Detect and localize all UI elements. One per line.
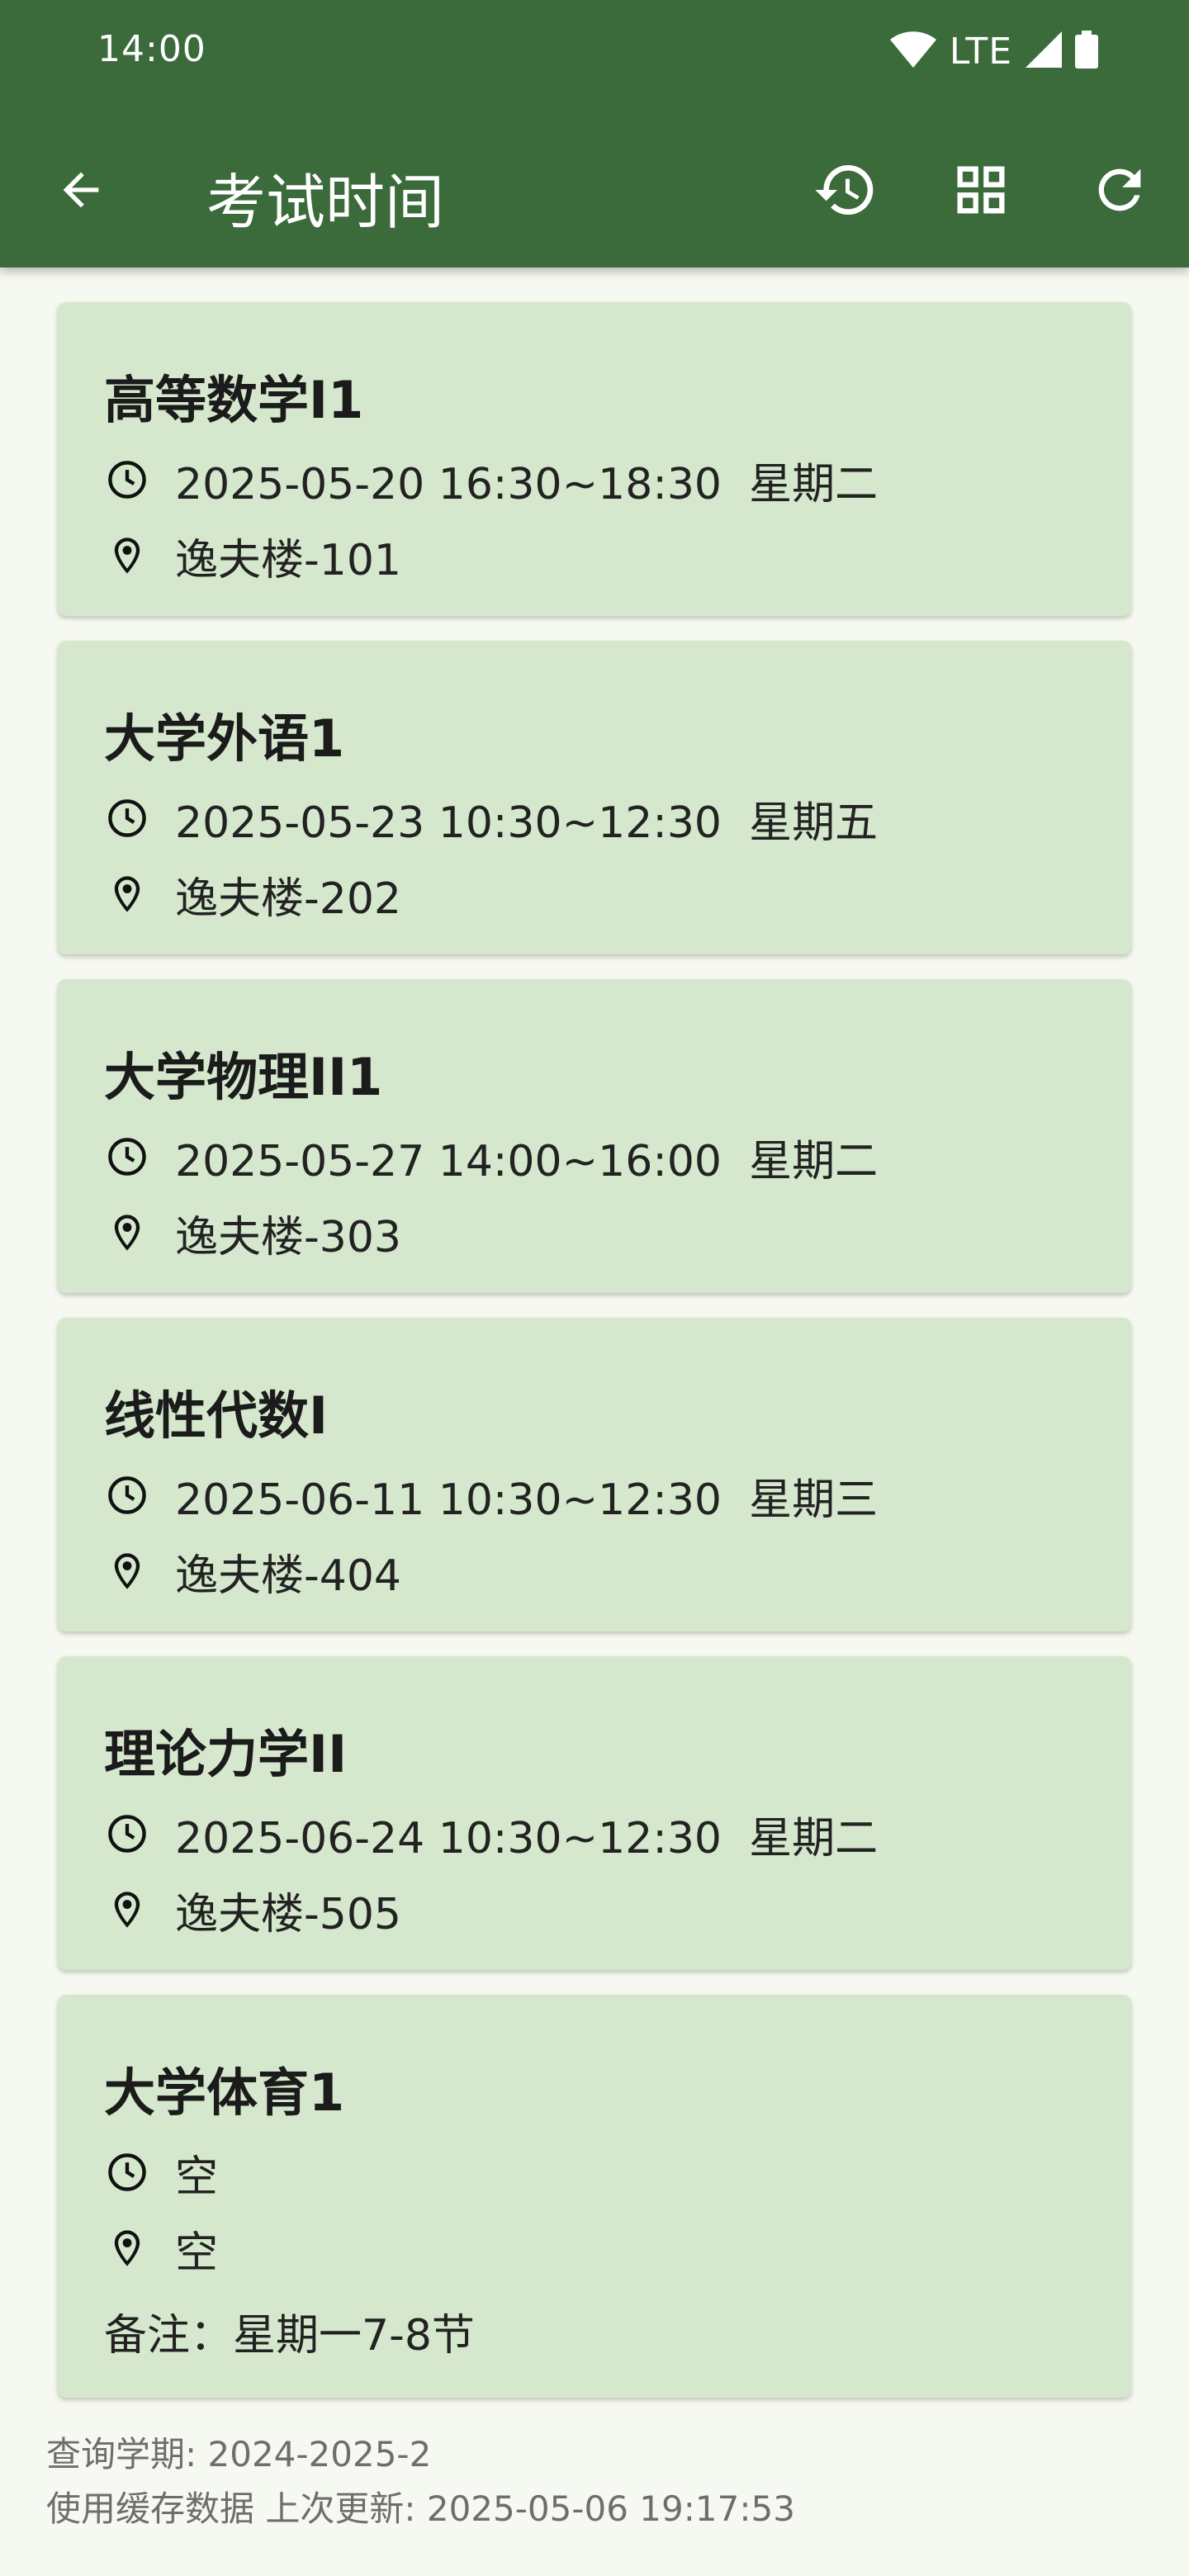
exam-time: 2025-05-27 14:00~16:00 星期二 xyxy=(175,1136,879,1186)
exam-location: 空 xyxy=(175,2228,219,2278)
network-type: LTE xyxy=(949,30,1012,73)
clock-icon xyxy=(104,2149,150,2195)
cache-status: 使用缓存数据 上次更新: 2025-05-06 19:17:53 xyxy=(46,2488,795,2529)
refresh-button[interactable] xyxy=(1080,152,1159,231)
exam-location: 逸夫楼-101 xyxy=(175,535,402,585)
exam-time-row: 2025-05-20 16:30~18:30 星期二 xyxy=(104,451,878,509)
exam-card[interactable]: 大学物理II1 2025-05-27 14:00~16:00 星期二 逸夫楼-3… xyxy=(58,979,1131,1293)
status-time: 14:00 xyxy=(97,28,206,70)
exam-name: 大学物理II1 xyxy=(104,1047,383,1107)
exam-location: 逸夫楼-202 xyxy=(175,874,402,924)
clock-icon xyxy=(104,1472,150,1518)
exam-time: 2025-05-20 16:30~18:30 星期二 xyxy=(175,459,879,509)
exam-time-row: 2025-06-24 10:30~12:30 星期二 xyxy=(104,1805,878,1863)
exam-card[interactable]: 大学外语1 2025-05-23 10:30~12:30 星期五 逸夫楼-202 xyxy=(58,641,1131,954)
clock-icon xyxy=(104,795,150,841)
exam-location-row: 逸夫楼-303 xyxy=(104,1204,401,1262)
exam-location-row: 逸夫楼-101 xyxy=(104,527,401,585)
exam-location: 逸夫楼-404 xyxy=(175,1551,402,1601)
battery-icon xyxy=(1075,31,1098,72)
exam-time-row: 2025-05-27 14:00~16:00 星期二 xyxy=(104,1128,878,1186)
exam-location-row: 空 xyxy=(104,2219,219,2278)
exam-name: 线性代数I xyxy=(104,1385,329,1446)
refresh-icon xyxy=(1088,159,1151,225)
clock-icon xyxy=(104,1811,150,1857)
exam-location-row: 逸夫楼-202 xyxy=(104,865,402,924)
exam-card[interactable]: 大学体育1 空 空 备注：星期一7-8节 xyxy=(58,1995,1131,2398)
toolbar: 考试时间 xyxy=(0,124,1189,248)
exam-card[interactable]: 高等数学I1 2025-05-20 16:30~18:30 星期二 逸夫楼-10… xyxy=(58,302,1131,616)
footer-info: 查询学期: 2024-2025-2 使用缓存数据 上次更新: 2025-05-0… xyxy=(46,2427,795,2536)
exam-time-row: 2025-06-11 10:30~12:30 星期三 xyxy=(104,1466,879,1525)
exam-name: 大学外语1 xyxy=(104,708,345,769)
app-bar: 14:00 LTE 考试时间 xyxy=(0,0,1189,268)
query-semester: 查询学期: 2024-2025-2 xyxy=(46,2434,432,2474)
exam-time: 2025-05-23 10:30~12:30 星期五 xyxy=(175,798,879,848)
exam-name: 理论力学II xyxy=(104,1724,348,1784)
location-pin-icon xyxy=(104,1210,150,1256)
status-bar: 14:00 LTE xyxy=(0,0,1189,106)
status-icons: LTE xyxy=(889,26,1098,76)
history-icon xyxy=(812,157,879,226)
grid-icon xyxy=(950,159,1012,225)
exam-time: 2025-06-24 10:30~12:30 星期二 xyxy=(175,1813,879,1863)
exam-time: 空 xyxy=(175,2152,219,2202)
exam-card[interactable]: 理论力学II 2025-06-24 10:30~12:30 星期二 逸夫楼-50… xyxy=(58,1656,1131,1970)
exam-note: 备注：星期一7-8节 xyxy=(104,2311,475,2361)
location-pin-icon xyxy=(104,1548,150,1594)
exam-time-row: 空 xyxy=(104,2143,219,2202)
back-button[interactable] xyxy=(41,152,121,231)
location-pin-icon xyxy=(104,871,150,917)
exam-time-row: 2025-05-23 10:30~12:30 星期五 xyxy=(104,789,879,848)
exam-time: 2025-06-11 10:30~12:30 星期三 xyxy=(175,1475,879,1525)
exam-location-row: 逸夫楼-404 xyxy=(104,1542,402,1601)
location-pin-icon xyxy=(104,533,150,579)
page-title: 考试时间 xyxy=(206,168,445,237)
exam-location: 逸夫楼-303 xyxy=(175,1212,402,1262)
exam-location: 逸夫楼-505 xyxy=(175,1889,402,1939)
signal-icon xyxy=(1026,31,1062,71)
wifi-icon xyxy=(889,31,936,71)
grid-view-button[interactable] xyxy=(941,152,1021,231)
location-pin-icon xyxy=(104,1887,150,1933)
exam-card[interactable]: 线性代数I 2025-06-11 10:30~12:30 星期三 逸夫楼-404 xyxy=(58,1318,1131,1631)
clock-icon xyxy=(104,457,150,503)
location-pin-icon xyxy=(104,2225,150,2271)
history-button[interactable] xyxy=(806,152,885,231)
clock-icon xyxy=(104,1134,150,1180)
back-arrow-icon xyxy=(54,163,107,220)
exam-name: 大学体育1 xyxy=(104,2062,345,2123)
exam-location-row: 逸夫楼-505 xyxy=(104,1881,401,1939)
exam-name: 高等数学I1 xyxy=(104,370,364,430)
